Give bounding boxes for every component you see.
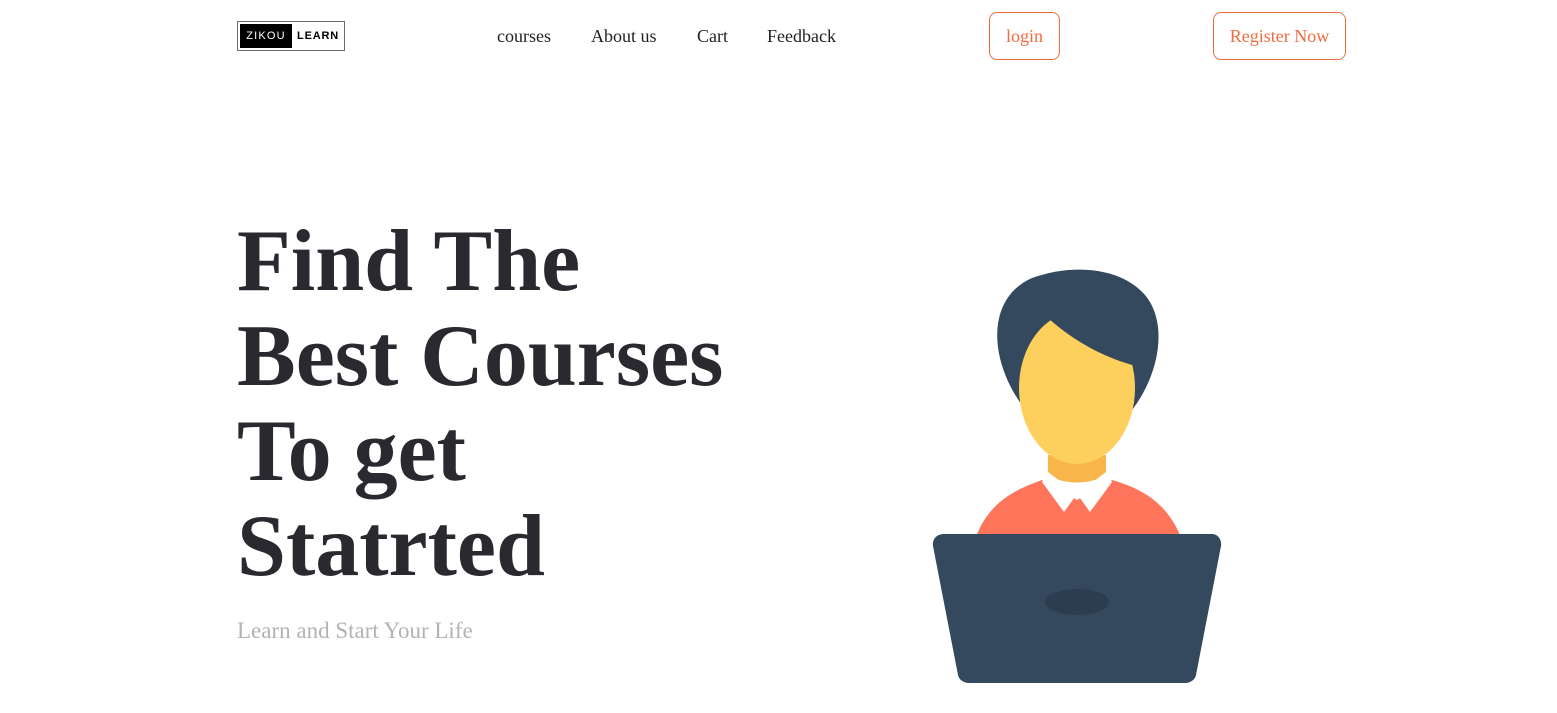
nav-link-about-us[interactable]: About us — [591, 25, 657, 47]
nav-link-cart[interactable]: Cart — [697, 25, 728, 47]
nav-link-courses[interactable]: courses — [497, 25, 551, 47]
laptop-logo — [1045, 589, 1109, 615]
person-with-laptop-illustration — [920, 260, 1240, 700]
hero-title-line-1: Find The — [237, 213, 581, 310]
login-button[interactable]: login — [989, 12, 1060, 60]
page: ZIKOU LEARN courses About us Cart Feedba… — [0, 0, 1557, 713]
brand-logo[interactable]: ZIKOU LEARN — [237, 21, 345, 51]
hero-title-line-2: Best Courses — [237, 308, 724, 405]
nav-link-feedback[interactable]: Feedback — [767, 25, 836, 47]
hero-title-line-4: Statrted — [237, 498, 545, 595]
hero-title-line-3: To get — [237, 403, 466, 500]
hero-title: Find The Best Courses To get Statrted — [237, 214, 837, 594]
hero-subtitle: Learn and Start Your Life — [237, 618, 473, 643]
logo-part-1: ZIKOU — [240, 24, 292, 48]
register-now-button[interactable]: Register Now — [1213, 12, 1346, 60]
logo-part-2: LEARN — [297, 30, 339, 42]
shirt-shape — [975, 480, 1182, 540]
